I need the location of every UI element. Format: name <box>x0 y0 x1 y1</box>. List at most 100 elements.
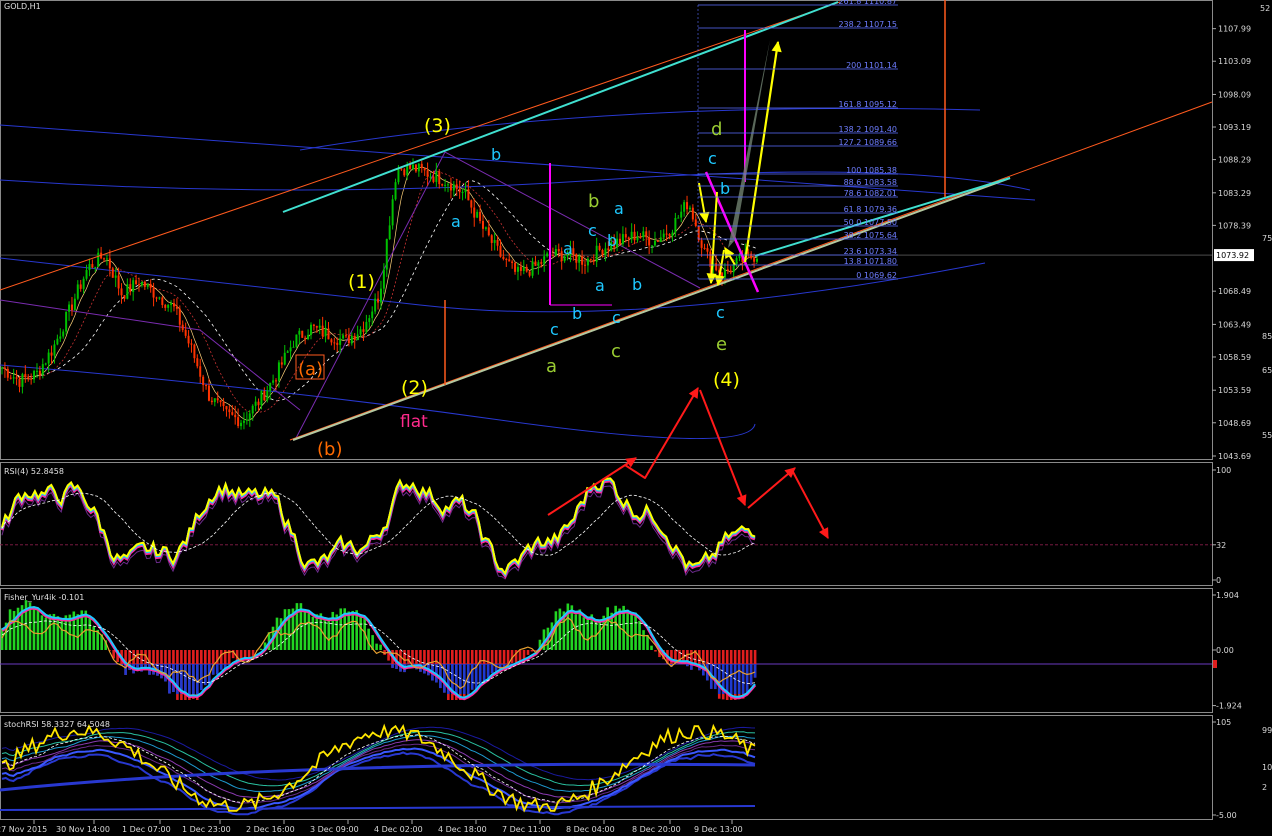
stoch-tick-label: 105 <box>1216 718 1231 727</box>
candle-body <box>68 304 71 312</box>
candle-body <box>648 237 651 246</box>
candle-body <box>747 252 750 254</box>
fisher-histogram-bar-up <box>60 621 64 650</box>
candle-body <box>181 324 184 330</box>
fisher-histogram-bar-blue <box>172 664 175 692</box>
time-tick-label: 3 Dec 09:00 <box>310 825 359 834</box>
zigzag-purple-2 <box>294 151 701 441</box>
candle-body <box>315 325 318 328</box>
fisher-histogram-bar-up <box>598 619 602 650</box>
fisher-histogram-bar-blue <box>737 664 741 694</box>
wave-labels: (3)(1)(2) (4)(a)(b)flatbab aca ba bcb cacdcbc… <box>298 115 740 460</box>
candle-body <box>248 413 251 420</box>
candle-body <box>429 176 432 178</box>
candle-body <box>703 247 706 249</box>
candle-body <box>27 377 30 379</box>
chart-canvas: GOLD,H1 RSI(4) 52.8458 Fisher_Yur4ik -0.… <box>0 0 1272 834</box>
fisher-histogram-bar-blue <box>729 664 733 694</box>
fisher-histogram-bar-blue <box>478 664 482 683</box>
fisher-histogram-bar-up <box>606 607 609 650</box>
price-tick-label: 1103.09 <box>1218 57 1251 66</box>
candle-body <box>184 329 187 336</box>
fib-level-label: 100 1085.38 <box>846 166 897 175</box>
candle-body <box>706 248 709 252</box>
candle-body <box>216 398 219 401</box>
candle-body <box>458 189 461 193</box>
candle-body <box>73 298 76 311</box>
candle-body <box>589 258 592 260</box>
candle-body <box>546 253 549 257</box>
candle-body <box>694 219 697 226</box>
fisher-histogram-bar-up <box>303 611 307 650</box>
fisher-histogram-bar-up <box>351 610 355 650</box>
candle-body <box>33 370 36 380</box>
candle-body <box>540 262 543 264</box>
fisher-histogram-bar-up <box>88 618 92 650</box>
candle-body <box>85 270 88 279</box>
candle-body <box>91 264 94 268</box>
candle-body <box>146 283 149 287</box>
candle-body <box>152 287 155 298</box>
candle-body <box>245 419 248 421</box>
wave-label: d <box>711 119 722 140</box>
time-axis: 27 Nov 2015 30 Nov 14:00 1 Dec 07:00 1 Dec … <box>0 820 743 834</box>
wave-label: c <box>611 341 621 362</box>
candle-body <box>715 263 718 271</box>
candle-body <box>490 235 493 243</box>
candle-body <box>382 269 385 289</box>
candle-body <box>575 254 578 263</box>
fisher-histogram-bar-up <box>92 626 96 650</box>
candle-body <box>30 378 33 380</box>
candle-body <box>444 184 447 186</box>
candle-body <box>447 184 450 186</box>
candle-body <box>251 405 254 414</box>
fisher-histogram-bar-up <box>12 610 16 650</box>
candle-body <box>111 268 114 278</box>
fisher-histogram-bar-blue <box>454 664 458 694</box>
fisher-histogram-bar-blue <box>458 664 462 694</box>
fisher-histogram-bar-up <box>8 609 12 650</box>
fib-level-label: 138.2 1091.40 <box>838 125 897 134</box>
fisher-histogram-bar-up <box>36 608 40 650</box>
fisher-histogram-bar-up <box>283 609 287 650</box>
candle-body <box>350 335 353 344</box>
candle-body <box>342 335 345 339</box>
candle-body <box>645 231 648 238</box>
candle-body <box>187 335 190 344</box>
ma-mid-line <box>1 170 758 414</box>
channel-cyan-upper <box>282 1 839 213</box>
rsi-tick-label: 100 <box>1216 466 1231 475</box>
fisher-histogram-bar-down <box>526 650 530 655</box>
fisher-tick-label: 1.904 <box>1216 591 1239 600</box>
candle-body <box>508 259 511 262</box>
fisher-histogram-bar-up <box>574 614 578 650</box>
partial-axis-label: 99 <box>1262 726 1272 735</box>
time-tick-label: 4 Dec 18:00 <box>438 825 487 834</box>
stoch-band-line <box>1 751 756 816</box>
candle-body <box>237 417 240 427</box>
time-tick-label: 4 Dec 02:00 <box>374 825 423 834</box>
wave-label: a <box>595 276 605 295</box>
channel-lower-trendline <box>292 177 1011 441</box>
candle-body <box>487 227 490 236</box>
candle-body <box>175 306 178 309</box>
rsi-band-line <box>1 485 756 580</box>
candle-body <box>347 335 350 344</box>
candle-body <box>47 352 50 364</box>
wave-label: (3) <box>424 115 451 137</box>
indicator-axes: 100 32 0 1.904 0.00 -1.924 105 -5.00 99 10 2 <box>1212 466 1272 820</box>
arrow-red-2 <box>624 387 699 479</box>
candle-body <box>519 266 522 271</box>
price-tick-label: 1053.59 <box>1218 386 1251 395</box>
candle-body <box>222 402 225 407</box>
candle-body <box>129 284 132 292</box>
time-tick-label: 8 Dec 20:00 <box>632 825 681 834</box>
candle-body <box>266 390 269 401</box>
candle-body <box>534 261 537 266</box>
stochrsi-title: stochRSI 58.3327 64.5048 <box>4 720 110 729</box>
candle-body <box>417 163 420 172</box>
candle-body <box>516 266 519 272</box>
candle-body <box>277 362 280 382</box>
wave-label: b <box>720 179 730 198</box>
candle-body <box>219 400 222 403</box>
